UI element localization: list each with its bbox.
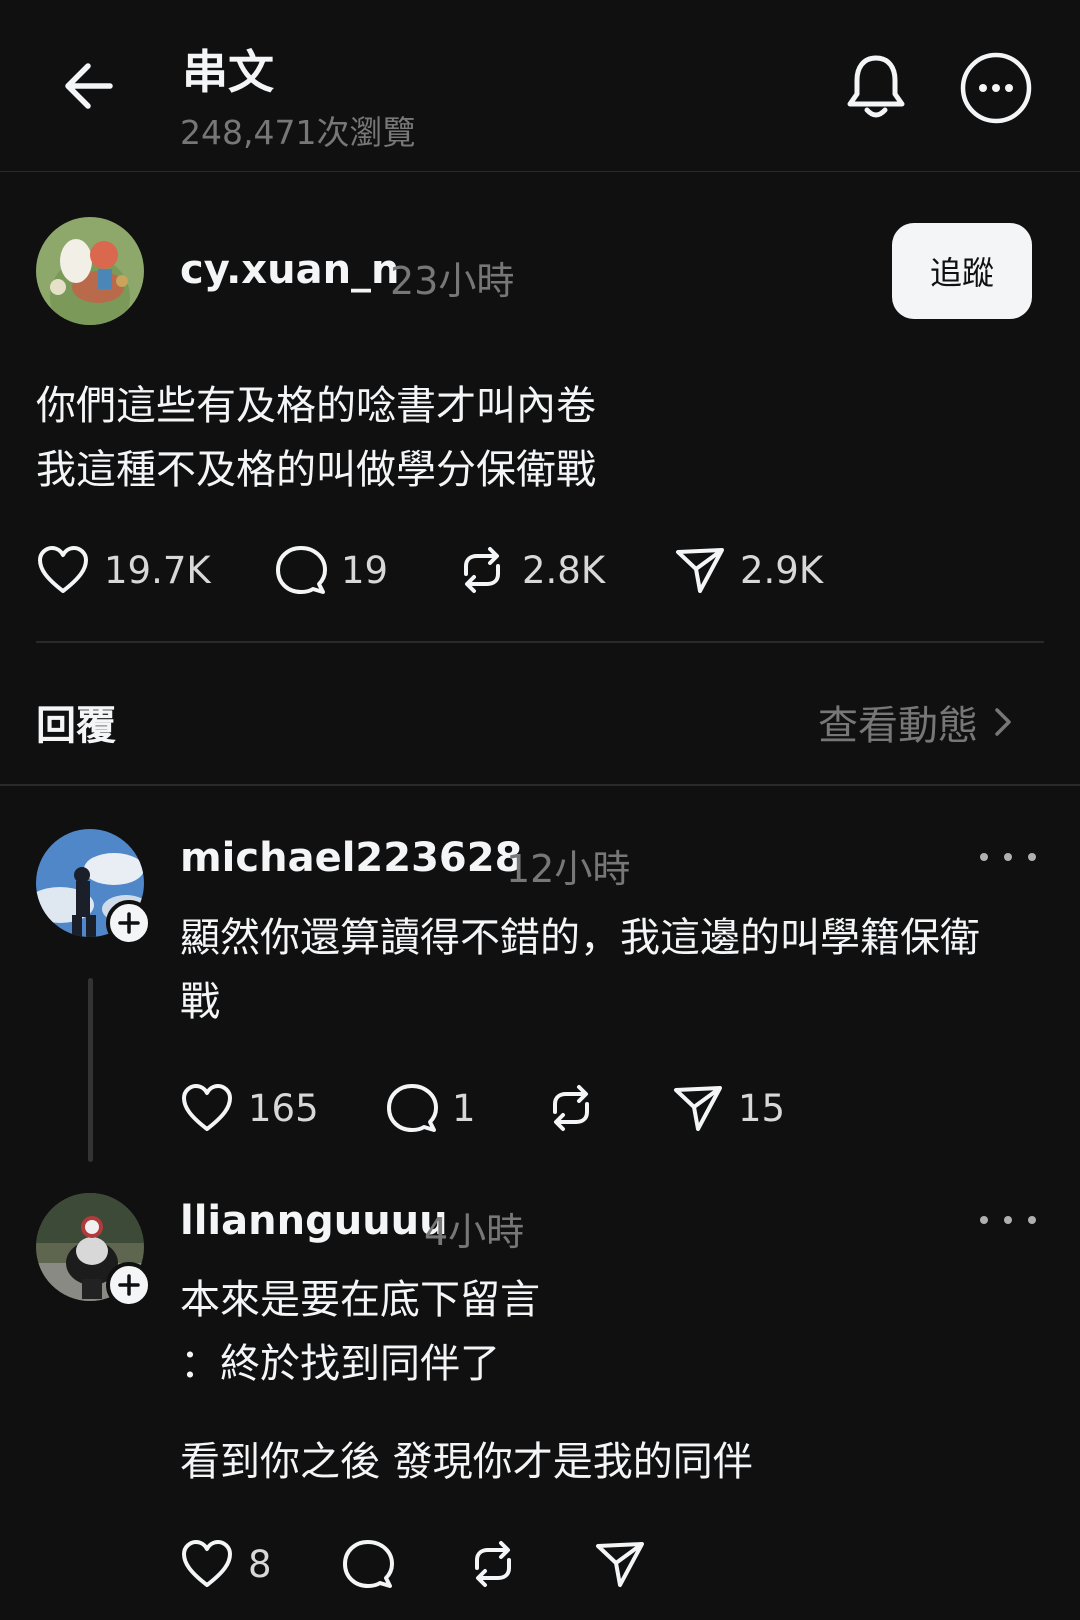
more-circle-icon	[960, 52, 1032, 124]
section-divider	[0, 784, 1080, 786]
share-count: 15	[738, 1086, 786, 1130]
reply-text-line-2: 戰	[180, 979, 220, 1025]
reply-text-line-1: 顯然你還算讀得不錯的，我這邊的叫學籍保衛	[180, 915, 980, 961]
back-button[interactable]	[58, 54, 122, 118]
repost-icon	[464, 547, 500, 593]
dot	[980, 853, 988, 861]
view-activity-label: 查看動態	[818, 703, 978, 749]
reply-more-button[interactable]	[980, 842, 1036, 872]
reply-username[interactable]: lliannguuuu	[180, 1198, 448, 1244]
bell-icon	[847, 55, 905, 118]
dot	[980, 1216, 988, 1224]
top-bar: 串文 248,471次瀏覽	[0, 0, 1080, 172]
share-button[interactable]	[594, 1536, 646, 1592]
divider	[36, 641, 1044, 643]
reply-timestamp: 4小時	[424, 1210, 525, 1254]
comment-count: 1	[452, 1086, 476, 1130]
dot	[1004, 853, 1012, 861]
comment-bubble-icon	[387, 1084, 438, 1132]
post-text-line-2: 我這種不及格的叫做學分保衛戰	[36, 447, 596, 493]
view-count: 248,471次瀏覽	[180, 113, 416, 152]
reply-username[interactable]: michael223628	[180, 835, 522, 881]
like-button[interactable]: 19.7K	[36, 542, 211, 598]
like-count: 165	[248, 1086, 319, 1130]
comment-button[interactable]: 19	[275, 542, 388, 598]
follow-button[interactable]: 追蹤	[892, 223, 1032, 319]
view-activity-link[interactable]: 查看動態	[818, 693, 1018, 751]
chevron-right-icon	[995, 708, 1011, 736]
repost-count: 2.8K	[522, 548, 606, 592]
post-timestamp: 23小時	[390, 259, 515, 303]
replies-label: 回覆	[36, 703, 116, 749]
more-options-button[interactable]	[960, 52, 1032, 124]
post-username[interactable]: cy.xuan_n	[180, 247, 400, 293]
arrow-left-icon	[65, 63, 113, 109]
repost-button[interactable]	[545, 1080, 597, 1136]
heart-icon	[182, 1084, 232, 1131]
heart-icon	[38, 546, 88, 593]
comment-button[interactable]	[342, 1536, 394, 1592]
repost-icon	[475, 1541, 511, 1587]
reply-text-line-1: 本來是要在底下留言	[180, 1277, 540, 1323]
like-count: 8	[248, 1542, 272, 1586]
heart-icon	[182, 1540, 232, 1587]
follow-plus-button[interactable]	[106, 900, 152, 946]
reply-text-line-2: ：終於找到同伴了	[180, 1341, 500, 1387]
like-button[interactable]: 8	[180, 1536, 272, 1592]
comment-button[interactable]: 1	[386, 1080, 476, 1136]
thread-line	[88, 978, 93, 1162]
avatar[interactable]	[36, 217, 144, 325]
dot	[1028, 1216, 1036, 1224]
like-button[interactable]: 165	[180, 1080, 319, 1136]
dot	[1028, 853, 1036, 861]
repost-icon	[553, 1085, 589, 1131]
post-text-line-1: 你們這些有及格的唸書才叫內卷	[36, 383, 596, 429]
reply-more-button[interactable]	[980, 1205, 1036, 1235]
dot	[1004, 1216, 1012, 1224]
repost-button[interactable]: 2.8K	[456, 542, 605, 598]
reply-text-line-3: 看到你之後 發現你才是我的同伴	[180, 1439, 753, 1485]
page-title: 串文	[182, 45, 274, 99]
plus-icon	[118, 1274, 140, 1296]
share-button[interactable]: 2.9K	[674, 542, 823, 598]
follow-plus-button[interactable]	[106, 1262, 152, 1308]
comment-bubble-icon	[276, 546, 327, 594]
share-button[interactable]: 15	[672, 1080, 785, 1136]
comment-count: 19	[341, 548, 389, 592]
notifications-button[interactable]	[844, 52, 908, 122]
reply-timestamp: 12小時	[506, 847, 631, 891]
repost-button[interactable]	[467, 1536, 519, 1592]
send-icon	[674, 1086, 722, 1131]
send-icon	[676, 548, 724, 593]
share-count: 2.9K	[740, 548, 824, 592]
like-count: 19.7K	[104, 548, 211, 592]
comment-bubble-icon	[343, 1540, 394, 1588]
plus-icon	[118, 912, 140, 934]
send-icon	[596, 1542, 644, 1587]
